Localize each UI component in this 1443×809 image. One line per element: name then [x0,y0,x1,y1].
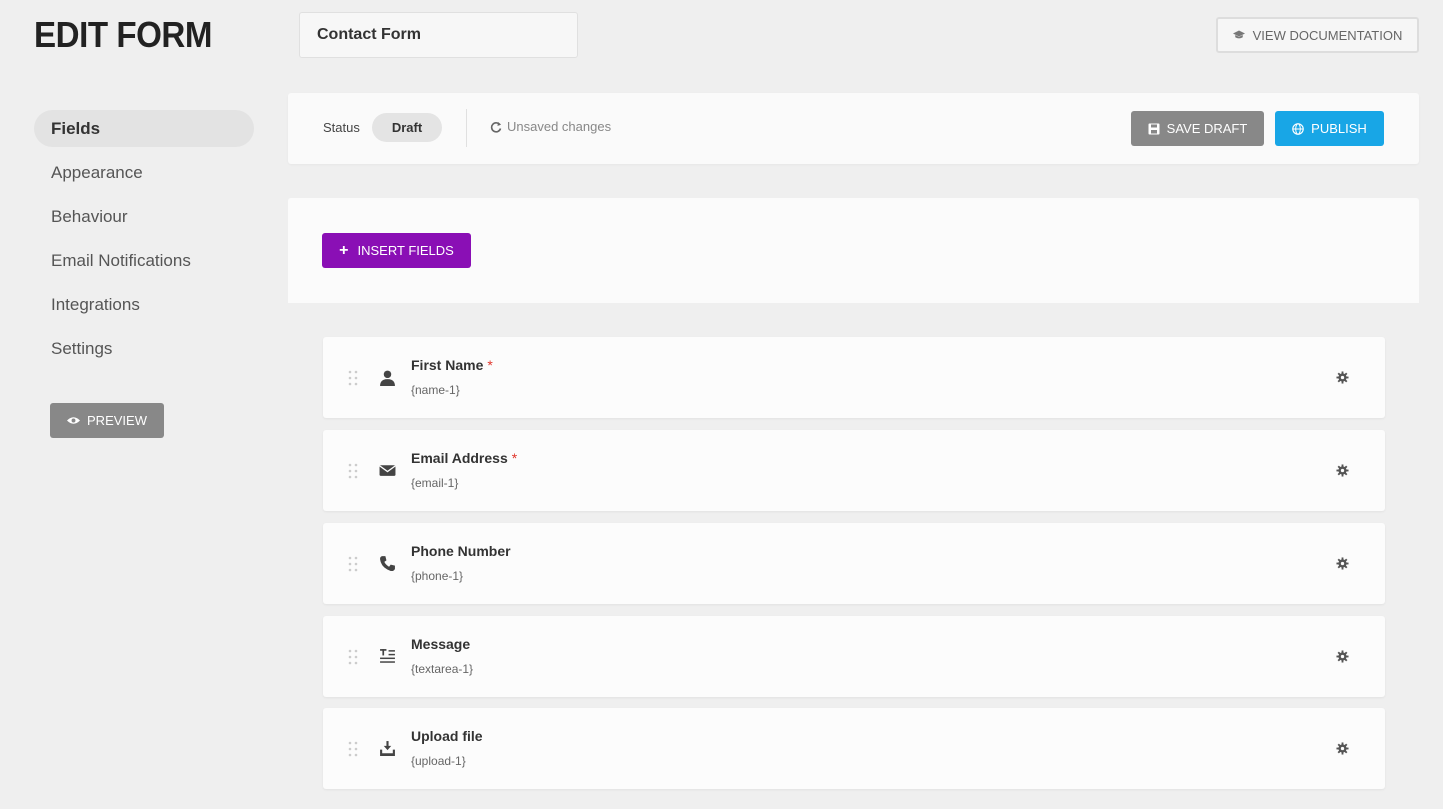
status-label: Status [323,120,360,135]
field-row-upload-file[interactable]: Upload file {upload-1} [323,708,1385,789]
phone-icon [380,556,395,572]
sidebar-item-email-notifications[interactable]: Email Notifications [34,242,254,279]
field-label: Upload file [411,728,483,744]
sidebar-item-integrations[interactable]: Integrations [34,286,254,323]
upload-icon [380,741,395,756]
sidebar-item-appearance[interactable]: Appearance [34,154,254,191]
insert-fields-label: INSERT FIELDS [357,243,454,258]
gear-icon[interactable] [1336,650,1349,663]
field-label: Phone Number [411,543,511,559]
view-documentation-button[interactable]: VIEW DOCUMENTATION [1216,17,1419,53]
field-key: {name-1} [411,383,460,397]
field-label-text: Message [411,636,471,652]
gear-icon[interactable] [1336,557,1349,570]
sidebar-item-fields[interactable]: Fields [34,110,254,147]
view-documentation-label: VIEW DOCUMENTATION [1252,27,1403,43]
save-draft-label: SAVE DRAFT [1166,121,1248,136]
builder-toolbar: + INSERT FIELDS [288,198,1419,303]
sidebar-item-behaviour[interactable]: Behaviour [34,198,254,235]
required-mark: * [511,450,518,466]
field-label: Message [411,636,470,652]
field-row-email-address[interactable]: Email Address * {email-1} [323,430,1385,511]
gear-icon[interactable] [1336,742,1349,755]
text-area-icon [380,649,395,663]
drag-handle-icon[interactable] [348,649,358,665]
preview-button[interactable]: PREVIEW [50,403,164,438]
field-key: {phone-1} [411,569,464,583]
gear-icon[interactable] [1336,371,1349,384]
publish-button[interactable]: PUBLISH [1275,111,1384,146]
refresh-icon [490,121,502,133]
field-label-text: Phone Number [411,543,511,559]
field-label-text: Email Address [411,450,508,466]
sidebar-item-settings[interactable]: Settings [34,330,254,367]
field-label: First Name * [411,357,493,373]
page-title: EDIT FORM [34,14,213,55]
insert-fields-button[interactable]: + INSERT FIELDS [322,233,471,268]
drag-handle-icon[interactable] [348,741,358,757]
publish-label: PUBLISH [1311,121,1367,136]
drag-handle-icon[interactable] [348,463,358,479]
floppy-disk-icon [1148,123,1160,134]
status-bar: Status Draft Unsaved changes SAVE DRAFT … [288,93,1419,164]
form-name-input[interactable] [299,12,578,58]
status-badge: Draft [372,113,442,142]
graduation-cap-icon [1232,30,1245,39]
plus-icon: + [339,241,349,259]
field-row-message[interactable]: Message {textarea-1} [323,616,1385,697]
required-mark: * [487,357,493,373]
field-key: {upload-1} [411,754,466,768]
field-label: Email Address * [411,450,517,466]
envelope-icon [379,465,396,476]
fields-list: First Name * {name-1} Email Address * {ema… [288,303,1419,809]
field-label-text: Upload file [411,728,483,744]
save-draft-button[interactable]: SAVE DRAFT [1131,111,1264,146]
globe-icon [1292,122,1304,135]
preview-label: PREVIEW [87,413,147,428]
user-icon [380,370,395,386]
gear-icon[interactable] [1336,464,1349,477]
status-divider [466,109,467,147]
field-key: {textarea-1} [411,662,474,676]
field-row-phone-number[interactable]: Phone Number {phone-1} [323,523,1385,604]
field-row-first-name[interactable]: First Name * {name-1} [323,337,1385,418]
unsaved-text: Unsaved changes [507,119,612,134]
drag-handle-icon[interactable] [348,556,358,572]
field-key: {email-1} [411,476,459,490]
unsaved-indicator: Unsaved changes [490,119,611,134]
sidebar-nav: Fields Appearance Behaviour Email Notifi… [34,110,254,374]
field-label-text: First Name [411,357,484,373]
eye-icon [67,417,81,424]
drag-handle-icon[interactable] [348,370,358,386]
